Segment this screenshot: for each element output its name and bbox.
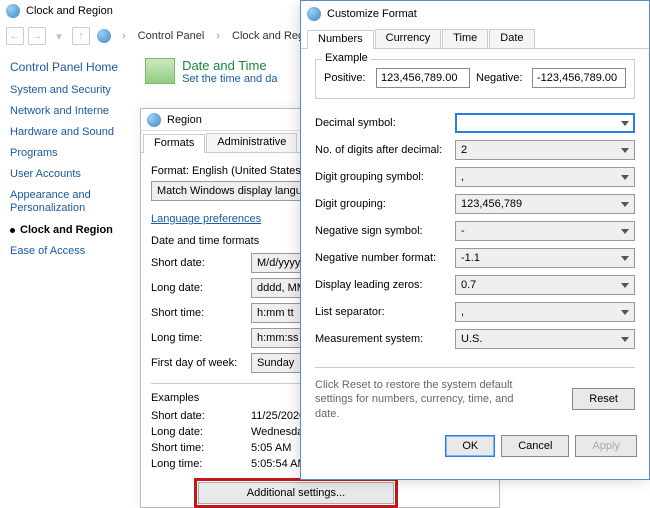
section-link[interactable]: Set the time and da [182, 73, 277, 85]
ex-short-date-value: 11/25/2020 [251, 410, 305, 422]
short-date-label: Short date: [151, 257, 251, 269]
negative-sign-label: Negative sign symbol: [315, 225, 455, 237]
tab-time[interactable]: Time [442, 29, 488, 48]
negative-format-label: Negative number format: [315, 252, 455, 264]
negative-sign-combo[interactable]: - [455, 221, 635, 241]
sidebar-link-clock-region[interactable]: Clock and Region [10, 224, 125, 236]
list-separator-combo[interactable]: , [455, 302, 635, 322]
sidebar: Control Panel Home System and Security N… [0, 50, 125, 266]
digits-after-decimal-combo[interactable]: 2 [455, 140, 635, 160]
measurement-system-label: Measurement system: [315, 333, 455, 345]
dialog-title: Region [167, 114, 202, 126]
sidebar-link-network[interactable]: Network and Interne [10, 105, 125, 117]
language-preferences-link[interactable]: Language preferences [151, 213, 261, 225]
sidebar-link-user-accounts[interactable]: User Accounts [10, 168, 125, 180]
tab-formats[interactable]: Formats [143, 134, 205, 153]
ok-button[interactable]: OK [445, 435, 495, 457]
tab-date[interactable]: Date [489, 29, 534, 48]
sidebar-heading: Control Panel Home [10, 60, 125, 74]
settings-list: Decimal symbol: No. of digits after deci… [315, 113, 635, 349]
sidebar-link-ease-of-access[interactable]: Ease of Access [10, 245, 125, 257]
ex-short-date-label: Short date: [151, 410, 251, 422]
cancel-button[interactable]: Cancel [501, 435, 569, 457]
dropdown-history-icon[interactable]: ▾ [50, 27, 68, 45]
window-title: Clock and Region [26, 5, 113, 17]
tab-numbers[interactable]: Numbers [307, 30, 374, 49]
up-icon[interactable]: ↑ [72, 27, 90, 45]
additional-settings-button[interactable]: Additional settings... [198, 482, 394, 504]
ex-short-time-value: 5:05 AM [251, 442, 291, 454]
reset-button[interactable]: Reset [572, 388, 635, 410]
breadcrumb-item[interactable]: Control Panel [134, 30, 209, 42]
reset-description: Click Reset to restore the system defaul… [315, 378, 535, 421]
tab-currency[interactable]: Currency [375, 29, 442, 48]
ex-long-time-value: 5:05:54 AM [251, 458, 307, 470]
long-time-label: Long time: [151, 332, 251, 344]
positive-label: Positive: [324, 72, 370, 84]
example-legend: Example [322, 52, 371, 64]
long-date-label: Long date: [151, 282, 251, 294]
decimal-symbol-label: Decimal symbol: [315, 117, 455, 129]
chevron-right-icon: › [118, 30, 130, 42]
tabs: Numbers Currency Time Date [301, 27, 649, 49]
digit-grouping-combo[interactable]: 123,456,789 [455, 194, 635, 214]
digits-after-decimal-label: No. of digits after decimal: [315, 144, 455, 156]
example-group: Example Positive: 123,456,789.00 Negativ… [315, 59, 635, 99]
forward-icon[interactable]: → [28, 27, 46, 45]
leading-zeros-combo[interactable]: 0.7 [455, 275, 635, 295]
negative-format-combo[interactable]: -1.1 [455, 248, 635, 268]
digit-grouping-label: Digit grouping: [315, 198, 455, 210]
globe-icon [6, 4, 20, 18]
customize-format-dialog: Customize Format Numbers Currency Time D… [300, 0, 650, 480]
ex-long-date-label: Long date: [151, 426, 251, 438]
ex-short-time-label: Short time: [151, 442, 251, 454]
ex-long-time-label: Long time: [151, 458, 251, 470]
titlebar: Customize Format [301, 1, 649, 27]
decimal-symbol-combo[interactable] [455, 113, 635, 133]
digit-grouping-symbol-label: Digit grouping symbol: [315, 171, 455, 183]
section-title[interactable]: Date and Time [182, 58, 277, 73]
globe-icon [147, 113, 161, 127]
chevron-right-icon: › [212, 30, 224, 42]
first-day-label: First day of week: [151, 357, 251, 369]
globe-icon [97, 29, 111, 43]
digit-grouping-symbol-combo[interactable]: , [455, 167, 635, 187]
sidebar-link-system[interactable]: System and Security [10, 84, 125, 96]
short-time-label: Short time: [151, 307, 251, 319]
measurement-system-combo[interactable]: U.S. [455, 329, 635, 349]
sidebar-link-programs[interactable]: Programs [10, 147, 125, 159]
apply-button[interactable]: Apply [575, 435, 637, 457]
bullet-icon [10, 228, 15, 233]
leading-zeros-label: Display leading zeros: [315, 279, 455, 291]
back-icon[interactable]: ← [6, 27, 24, 45]
globe-icon [307, 7, 321, 21]
sidebar-link-hardware[interactable]: Hardware and Sound [10, 126, 125, 138]
tab-administrative[interactable]: Administrative [206, 133, 297, 152]
negative-label: Negative: [476, 72, 526, 84]
sidebar-link-appearance[interactable]: Appearance and Personalization [10, 189, 125, 215]
calendar-icon [145, 58, 175, 84]
dialog-title: Customize Format [327, 8, 417, 20]
positive-value: 123,456,789.00 [376, 68, 470, 88]
negative-value: -123,456,789.00 [532, 68, 626, 88]
list-separator-label: List separator: [315, 306, 455, 318]
